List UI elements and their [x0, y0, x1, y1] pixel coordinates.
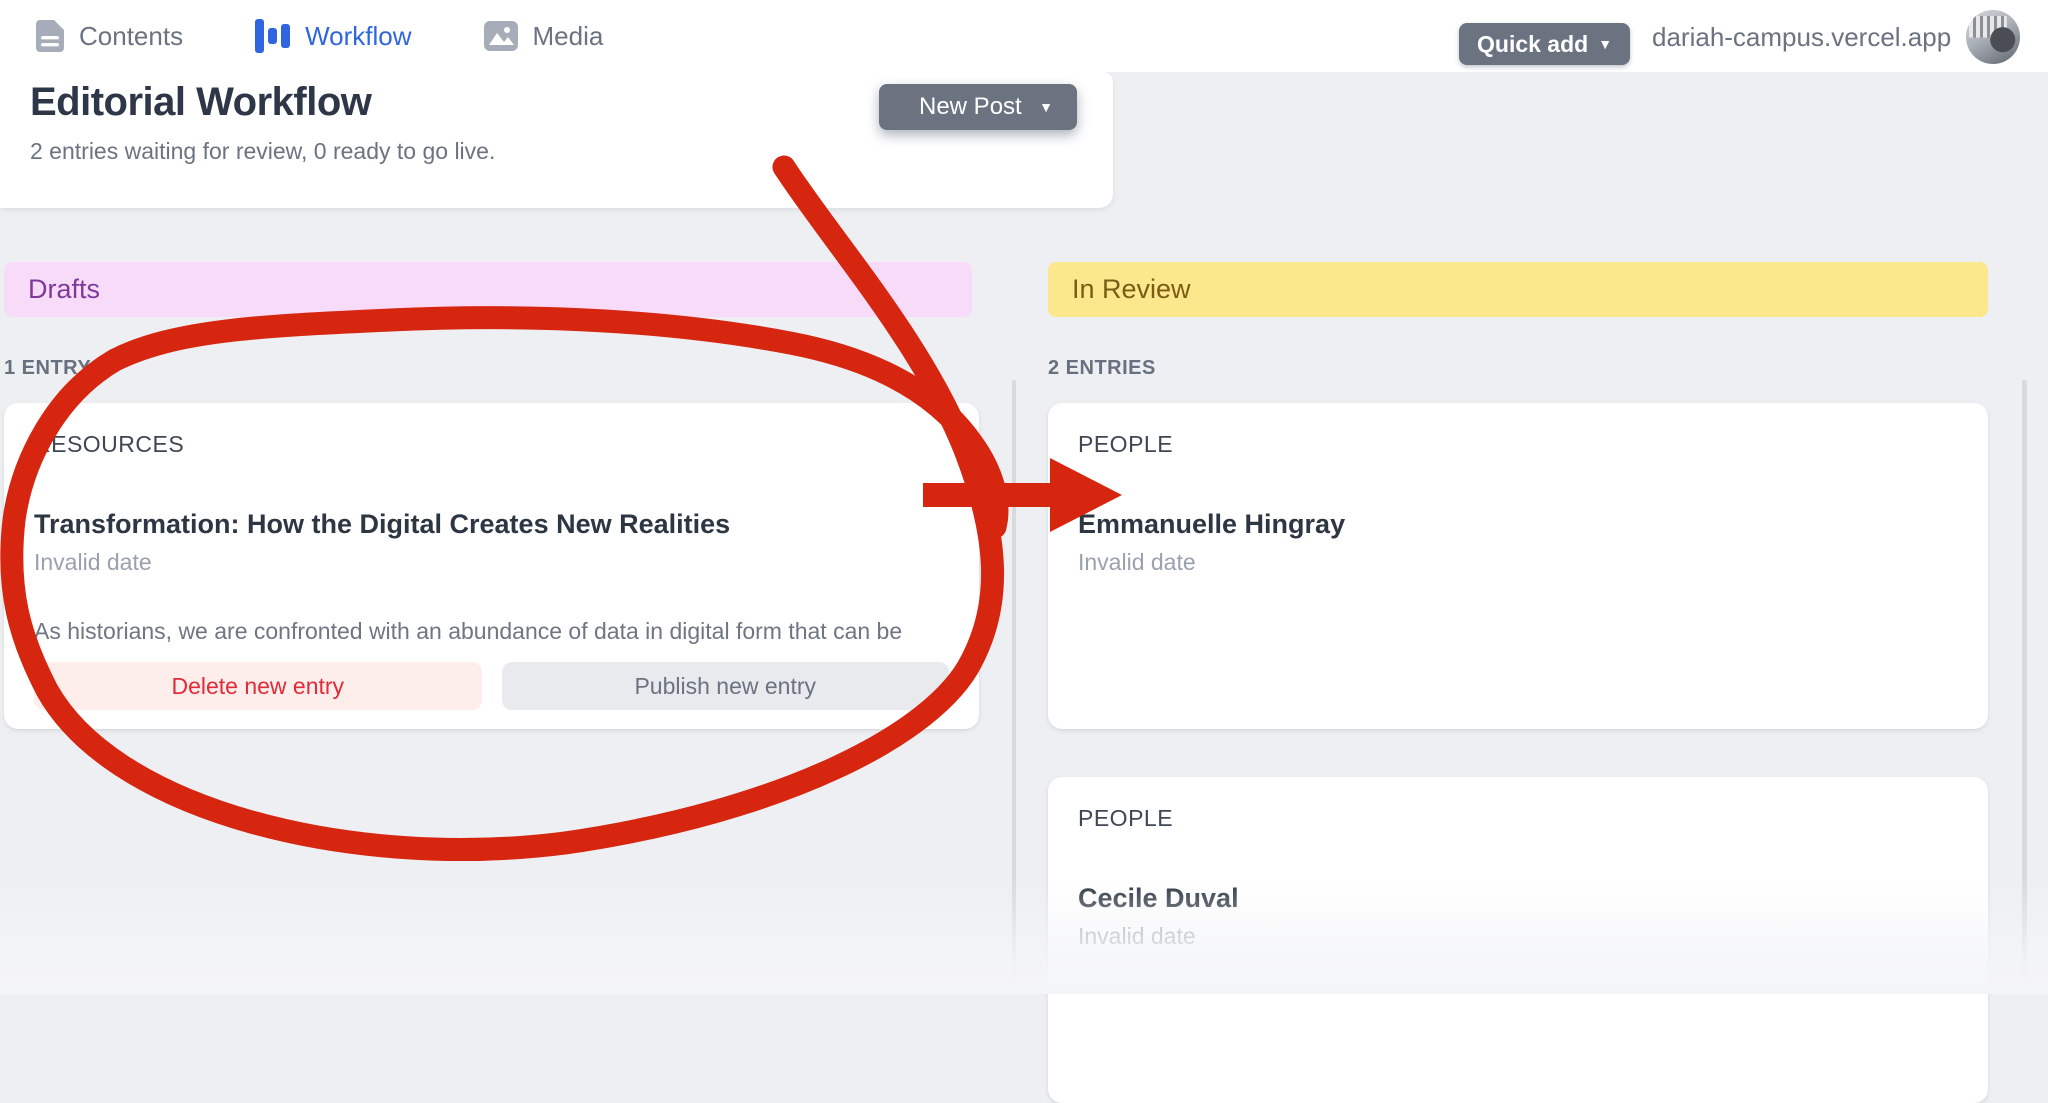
tab-contents[interactable]: Contents — [36, 20, 183, 52]
publish-entry-button[interactable]: Publish new entry — [502, 662, 950, 710]
new-post-label: New Post — [919, 93, 1022, 121]
top-navigation-bar: Contents Workflow Media Quick add ▼ dari… — [0, 0, 2048, 72]
workflow-status-summary: 2 entries waiting for review, 0 ready to… — [30, 138, 495, 165]
review-entry-card[interactable]: PEOPLE Cecile Duval Invalid date — [1048, 777, 1988, 1103]
review-entry-card[interactable]: PEOPLE Emmanuelle Hingray Invalid date — [1048, 403, 1988, 729]
quick-add-label: Quick add — [1477, 31, 1588, 58]
drafts-entry-count: 1 ENTRY — [4, 357, 91, 380]
entry-actions: Delete new entry Publish new entry — [34, 662, 949, 710]
in-review-column-header: In Review — [1048, 262, 1988, 317]
chevron-down-icon: ▼ — [1039, 99, 1053, 115]
workflow-header-card: Editorial Workflow 2 entries waiting for… — [0, 72, 1113, 208]
drafts-column-scrollbar[interactable] — [1012, 380, 1016, 994]
site-domain: dariah-campus.vercel.app — [1652, 22, 1951, 53]
entry-title: Emmanuelle Hingray — [1078, 509, 1345, 540]
tab-workflow[interactable]: Workflow — [255, 19, 411, 53]
document-icon — [36, 20, 64, 52]
entry-date: Invalid date — [1078, 923, 1196, 950]
entry-excerpt: As historians, we are confronted with an… — [34, 618, 949, 645]
tab-media-label: Media — [533, 21, 604, 52]
entry-title: Transformation: How the Digital Creates … — [34, 509, 730, 540]
draft-entry-card[interactable]: RESOURCES Transformation: How the Digita… — [4, 403, 979, 729]
in-review-column-title: In Review — [1072, 274, 1191, 305]
drafts-column-title: Drafts — [28, 274, 100, 305]
in-review-entry-count: 2 ENTRIES — [1048, 357, 1156, 380]
entry-date: Invalid date — [1078, 549, 1196, 576]
image-icon — [484, 21, 518, 51]
kanban-board-icon — [255, 19, 290, 53]
drafts-column-header: Drafts — [4, 262, 972, 317]
entry-category: PEOPLE — [1078, 431, 1173, 458]
tab-media[interactable]: Media — [484, 21, 604, 52]
entry-category: RESOURCES — [34, 431, 184, 458]
page-title: Editorial Workflow — [30, 80, 371, 125]
chevron-down-icon: ▼ — [1598, 36, 1612, 52]
nav-tabs: Contents Workflow Media — [36, 0, 603, 72]
entry-date: Invalid date — [34, 549, 152, 576]
user-avatar[interactable] — [1966, 10, 2020, 64]
tab-workflow-label: Workflow — [305, 21, 411, 52]
tab-contents-label: Contents — [79, 21, 183, 52]
delete-entry-button[interactable]: Delete new entry — [34, 662, 482, 710]
quick-add-button[interactable]: Quick add ▼ — [1459, 23, 1630, 65]
in-review-column-scrollbar[interactable] — [2022, 380, 2027, 994]
entry-category: PEOPLE — [1078, 805, 1173, 832]
new-post-button[interactable]: New Post ▼ — [879, 84, 1077, 130]
entry-title: Cecile Duval — [1078, 883, 1239, 914]
